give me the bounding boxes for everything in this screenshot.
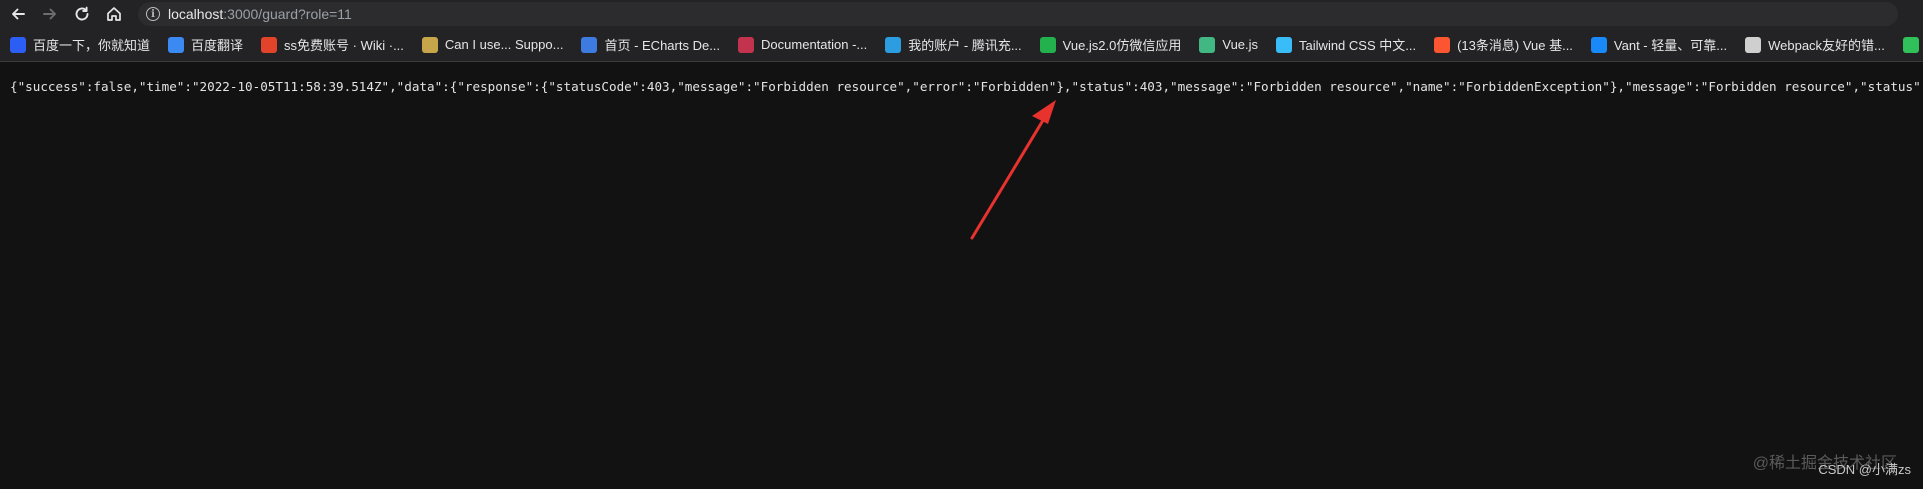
bookmark-label: Tailwind CSS 中文... <box>1299 38 1417 53</box>
documentation-icon <box>738 36 755 53</box>
bookmark-item[interactable]: Documentation -... <box>738 36 868 53</box>
bookmark-item[interactable]: Vue.js2.0仿微信应用 <box>1039 35 1182 54</box>
bookmark-item[interactable]: Tailwind CSS 中文... <box>1276 35 1416 54</box>
home-button[interactable] <box>100 0 128 28</box>
bookmark-label: (13条消息) Vue 基... <box>1457 38 1573 53</box>
bookmark-item[interactable]: 首页 - ECharts De... <box>581 35 720 54</box>
bookmark-label: 首页 - ECharts De... <box>604 38 721 53</box>
reload-icon <box>75 6 89 21</box>
tailwind-icon <box>1276 36 1293 53</box>
baidu-translate-icon <box>168 36 185 53</box>
url-host: localhost <box>168 6 224 22</box>
bookmark-label: Webpack友好的错... <box>1768 38 1885 53</box>
response-json-text: {"success":false,"time":"2022-10-05T11:5… <box>10 79 1923 94</box>
caniuse-icon <box>421 36 438 53</box>
csdn-c-icon <box>1434 36 1451 53</box>
bookmark-label: Vue.js2.0仿微信应用 <box>1062 38 1182 53</box>
bookmark-item[interactable]: Vue.js <box>1199 36 1259 53</box>
forward-arrow-icon <box>43 8 56 20</box>
bookmark-item[interactable]: Vant - 轻量、可靠... <box>1590 35 1728 54</box>
yuque-icon <box>1902 36 1919 53</box>
bookmark-item[interactable]: 百度一下，你就知道 <box>10 35 150 54</box>
webpack-glyph-icon <box>1745 36 1762 53</box>
bookmark-item[interactable]: Can I use... Suppo... <box>421 36 564 53</box>
wechat-icon <box>1039 36 1056 53</box>
url-path: :3000/guard?role=11 <box>223 6 352 22</box>
bookmark-item[interactable]: (13条消息) Vue 基... <box>1434 35 1573 54</box>
back-arrow-icon <box>12 8 25 20</box>
bookmark-item[interactable]: 我的账户 - 腾讯充... <box>885 35 1022 54</box>
bookmark-label: Vue.js <box>1222 37 1259 52</box>
echarts-bar-icon <box>581 36 598 53</box>
bookmark-label: 百度一下，你就知道 <box>33 38 151 53</box>
red-arrow-annotation <box>970 100 1056 240</box>
bookmark-label: ss免费账号 · Wiki ·... <box>284 38 404 53</box>
bookmarks-bar: 百度一下，你就知道 百度翻译 ss免费账号 · Wiki ·... Can I use… <box>0 28 1923 62</box>
baidu-paw-icon <box>10 36 26 53</box>
bookmark-item[interactable]: 百度翻译 <box>168 35 243 54</box>
bookmark-label: 我的账户 - 腾讯充... <box>908 38 1022 53</box>
bookmark-label: 百度翻译 <box>191 38 244 53</box>
tencent-icon <box>885 36 902 53</box>
reload-button[interactable] <box>68 0 96 28</box>
home-icon <box>107 7 121 21</box>
forward-button[interactable] <box>36 0 64 28</box>
bookmark-label: Documentation -... <box>761 37 868 52</box>
bookmark-label: Can I use... Suppo... <box>444 37 564 52</box>
bookmark-label: Vant - 轻量、可靠... <box>1613 38 1728 53</box>
vue-logo-icon <box>1199 36 1216 53</box>
gitlab-fox-icon <box>261 36 278 53</box>
bookmark-item[interactable]: SDK 配置 · 语雀 <box>1902 35 1923 54</box>
vant-icon <box>1590 36 1607 53</box>
watermark-csdn: CSDN @小满zs <box>1818 462 1911 477</box>
bookmark-item[interactable]: Webpack友好的错... <box>1745 35 1885 54</box>
bookmark-item[interactable]: ss免费账号 · Wiki ·... <box>261 35 404 54</box>
address-bar[interactable]: i localhost:3000/guard?role=11 <box>138 2 1898 26</box>
back-button[interactable] <box>4 0 32 28</box>
browser-toolbar: i localhost:3000/guard?role=11 <box>0 0 1923 28</box>
annotation-overlay <box>970 100 1056 240</box>
site-info-icon[interactable]: i <box>146 7 160 21</box>
